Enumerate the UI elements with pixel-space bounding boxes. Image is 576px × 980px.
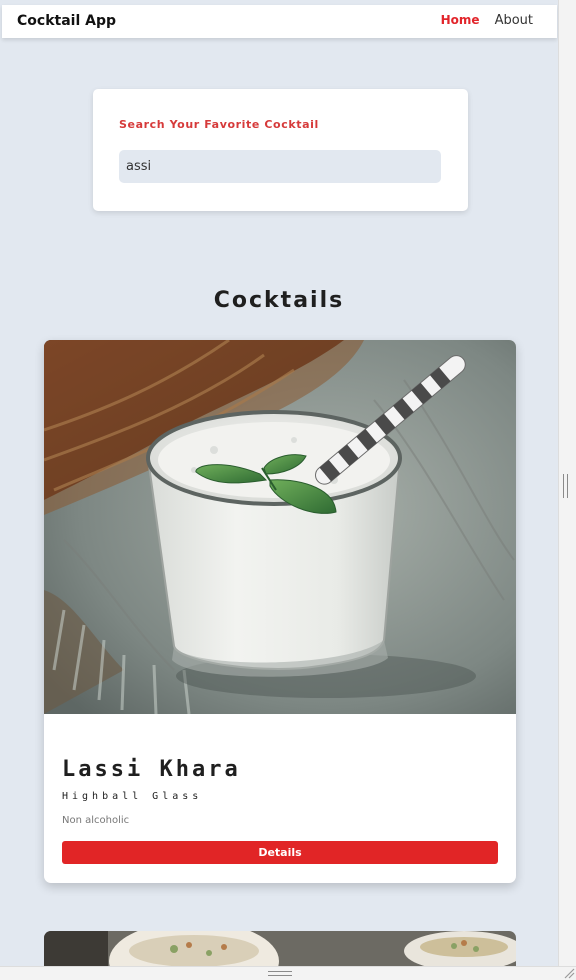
vertical-drag-handle-icon[interactable] [563, 474, 568, 498]
resize-grip-icon[interactable] [561, 965, 575, 979]
navbar: Cocktail App Home About [2, 5, 557, 38]
next-cocktail-card [44, 931, 516, 966]
cocktail-alcoholic-info: Non alcoholic [62, 815, 130, 826]
search-label: Search Your Favorite Cocktail [119, 118, 319, 131]
horizontal-drag-handle-icon[interactable] [268, 971, 292, 976]
details-button[interactable]: Details [62, 841, 498, 864]
brand-logo-link[interactable]: Cocktail App [17, 13, 116, 29]
search-input[interactable] [119, 150, 441, 183]
nav-link-home[interactable]: Home [441, 13, 480, 28]
cocktail-image [44, 340, 516, 714]
next-cocktail-image [44, 931, 516, 966]
cocktail-card: Lassi Khara Highball Glass Non alcoholic… [44, 340, 516, 883]
nav-links: Home About [441, 13, 533, 28]
nav-link-about[interactable]: About [495, 13, 533, 28]
cocktail-glass: Highball Glass [62, 791, 203, 802]
section-title: Cocktails [213, 288, 345, 313]
search-form: Search Your Favorite Cocktail [93, 89, 468, 211]
app-viewport: Cocktail App Home About Search Your Favo… [0, 0, 558, 966]
cocktail-name: Lassi Khara [62, 757, 241, 782]
